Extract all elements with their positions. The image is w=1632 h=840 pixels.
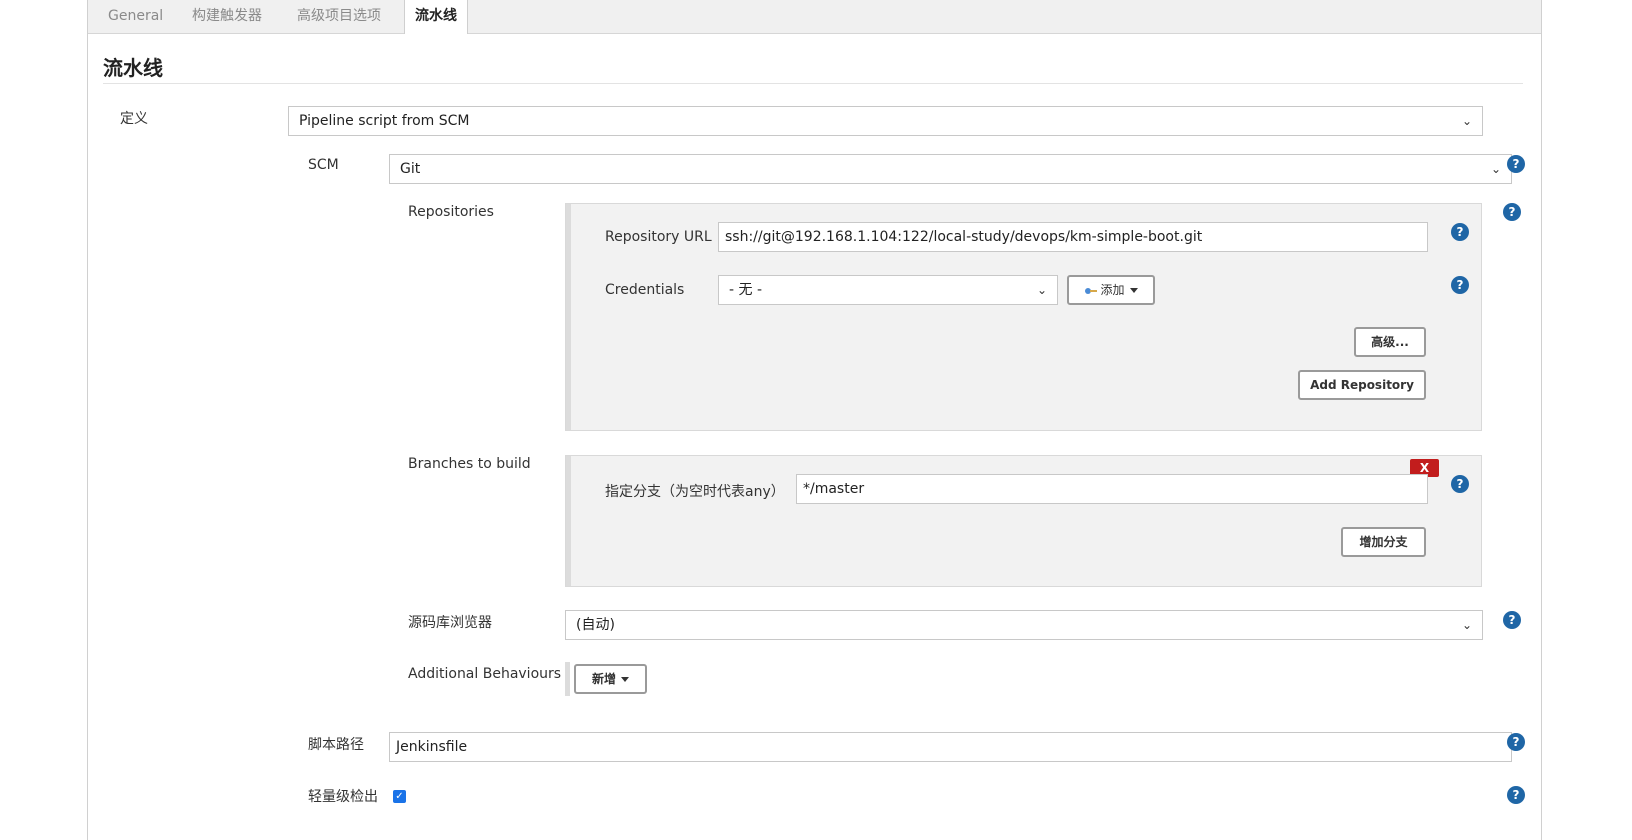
- definition-label: 定义: [120, 111, 148, 127]
- block-edge-bar: [566, 204, 571, 430]
- branch-specifier-label: 指定分支（为空时代表any）: [605, 484, 785, 500]
- tab-build-triggers[interactable]: 构建触发器: [192, 0, 262, 33]
- block-edge-bar: [566, 456, 571, 586]
- tab-pipeline[interactable]: 流水线: [404, 0, 468, 34]
- script-path-help-icon[interactable]: ?: [1507, 733, 1525, 751]
- repo-browser-select-value: (自动): [576, 617, 615, 633]
- credentials-select[interactable]: - 无 - ⌄: [718, 275, 1058, 305]
- credentials-help-icon[interactable]: ?: [1451, 276, 1469, 294]
- repo-browser-label: 源码库浏览器: [408, 615, 492, 631]
- repository-url-label: Repository URL: [605, 229, 712, 245]
- script-path-label: 脚本路径: [308, 737, 364, 753]
- chevron-down-icon: ⌄: [1461, 114, 1472, 128]
- tab-general[interactable]: General: [108, 0, 163, 33]
- add-behaviour-button[interactable]: 新增: [574, 664, 647, 694]
- repositories-label: Repositories: [408, 204, 494, 220]
- chevron-down-icon: ⌄: [1036, 283, 1047, 297]
- caret-down-icon: [1129, 288, 1138, 293]
- add-credentials-label: 添加: [1100, 283, 1125, 297]
- behaviours-edge-bar: [565, 662, 570, 696]
- config-tab-bar: General 构建触发器 高级项目选项 流水线: [88, 0, 1541, 34]
- lightweight-checkout-checkbox[interactable]: ✓: [393, 790, 406, 803]
- add-behaviour-label: 新增: [591, 672, 616, 686]
- lightweight-checkout-label: 轻量级检出: [308, 789, 378, 805]
- add-branch-button[interactable]: 增加分支: [1341, 527, 1426, 557]
- caret-down-icon: [621, 677, 629, 682]
- branch-specifier-input[interactable]: */master: [796, 474, 1428, 504]
- branches-label: Branches to build: [408, 456, 531, 472]
- definition-select-value: Pipeline script from SCM: [299, 113, 470, 129]
- tab-advanced-project-options[interactable]: 高级项目选项: [297, 0, 381, 33]
- scm-select[interactable]: Git ⌄: [389, 154, 1512, 184]
- advanced-button[interactable]: 高级...: [1354, 327, 1426, 357]
- definition-select[interactable]: Pipeline script from SCM ⌄: [288, 106, 1483, 136]
- repository-url-help-icon[interactable]: ?: [1451, 223, 1469, 241]
- chevron-down-icon: ⌄: [1461, 618, 1472, 632]
- repo-browser-help-icon[interactable]: ?: [1503, 611, 1521, 629]
- script-path-input[interactable]: Jenkinsfile: [389, 732, 1512, 762]
- repo-browser-select[interactable]: (自动) ⌄: [565, 610, 1483, 640]
- chevron-down-icon: ⌄: [1490, 162, 1501, 176]
- add-credentials-button[interactable]: 添加: [1067, 275, 1155, 305]
- additional-behaviours-label: Additional Behaviours: [408, 666, 562, 682]
- credentials-select-value: - 无 -: [729, 282, 763, 298]
- credentials-label: Credentials: [605, 282, 685, 298]
- key-icon: [1085, 287, 1098, 294]
- repositories-help-icon[interactable]: ?: [1503, 203, 1521, 221]
- lightweight-help-icon[interactable]: ?: [1507, 786, 1525, 804]
- branch-help-icon[interactable]: ?: [1451, 475, 1469, 493]
- pipeline-config-panel: General 构建触发器 高级项目选项 流水线 流水线 定义 Pipeline…: [87, 0, 1542, 840]
- repository-url-input[interactable]: ssh://git@192.168.1.104:122/local-study/…: [718, 222, 1428, 252]
- section-divider: [103, 83, 1523, 84]
- section-title: 流水线: [103, 56, 163, 80]
- add-repository-button[interactable]: Add Repository: [1298, 370, 1426, 400]
- scm-help-icon[interactable]: ?: [1507, 155, 1525, 173]
- scm-select-value: Git: [400, 161, 421, 177]
- scm-label: SCM: [308, 157, 339, 173]
